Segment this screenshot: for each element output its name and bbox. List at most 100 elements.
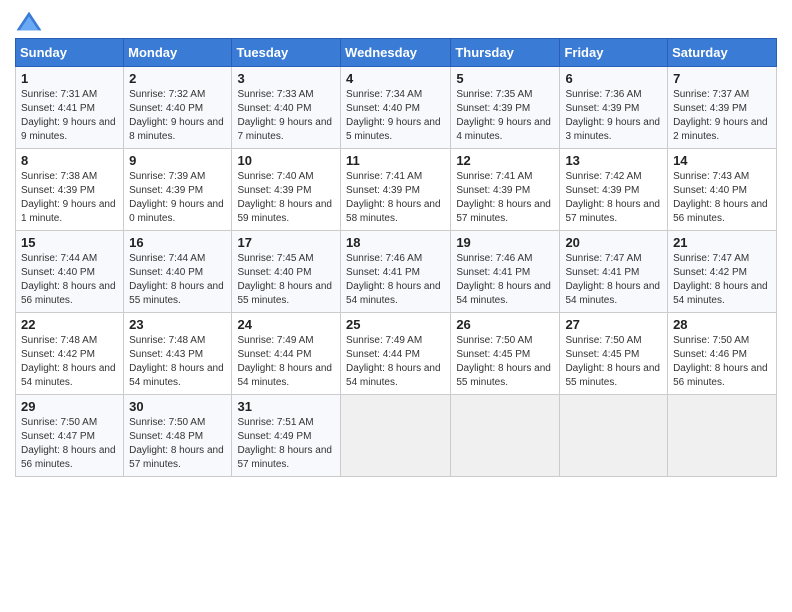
daylight-label: Daylight: 8 hours and 59 minutes. xyxy=(237,199,332,224)
day-number: 19 xyxy=(456,235,554,250)
daylight-label: Daylight: 8 hours and 57 minutes. xyxy=(237,445,332,470)
daylight-label: Daylight: 8 hours and 55 minutes. xyxy=(565,363,660,388)
calendar-week-row: 15 Sunrise: 7:44 AM Sunset: 4:40 PM Dayl… xyxy=(16,231,777,313)
sunset-label: Sunset: 4:39 PM xyxy=(565,185,639,196)
daylight-label: Daylight: 9 hours and 5 minutes. xyxy=(346,117,441,142)
sunrise-label: Sunrise: 7:50 AM xyxy=(456,335,532,346)
daylight-label: Daylight: 8 hours and 54 minutes. xyxy=(237,363,332,388)
day-number: 16 xyxy=(129,235,226,250)
daylight-label: Daylight: 8 hours and 54 minutes. xyxy=(565,281,660,306)
header-friday: Friday xyxy=(560,39,668,67)
day-info: Sunrise: 7:31 AM Sunset: 4:41 PM Dayligh… xyxy=(21,88,118,144)
calendar-cell xyxy=(668,395,777,477)
sunset-label: Sunset: 4:42 PM xyxy=(21,349,95,360)
calendar-cell: 8 Sunrise: 7:38 AM Sunset: 4:39 PM Dayli… xyxy=(16,149,124,231)
day-info: Sunrise: 7:34 AM Sunset: 4:40 PM Dayligh… xyxy=(346,88,445,144)
sunset-label: Sunset: 4:44 PM xyxy=(237,349,311,360)
calendar-table: Sunday Monday Tuesday Wednesday Thursday… xyxy=(15,38,777,477)
daylight-label: Daylight: 8 hours and 57 minutes. xyxy=(456,199,551,224)
sunset-label: Sunset: 4:45 PM xyxy=(456,349,530,360)
sunrise-label: Sunrise: 7:39 AM xyxy=(129,171,205,182)
day-info: Sunrise: 7:50 AM Sunset: 4:46 PM Dayligh… xyxy=(673,334,771,390)
calendar-cell: 28 Sunrise: 7:50 AM Sunset: 4:46 PM Dayl… xyxy=(668,313,777,395)
calendar-week-row: 29 Sunrise: 7:50 AM Sunset: 4:47 PM Dayl… xyxy=(16,395,777,477)
sunset-label: Sunset: 4:45 PM xyxy=(565,349,639,360)
daylight-label: Daylight: 8 hours and 55 minutes. xyxy=(456,363,551,388)
calendar-cell: 13 Sunrise: 7:42 AM Sunset: 4:39 PM Dayl… xyxy=(560,149,668,231)
sunrise-label: Sunrise: 7:42 AM xyxy=(565,171,641,182)
day-number: 11 xyxy=(346,153,445,168)
day-info: Sunrise: 7:33 AM Sunset: 4:40 PM Dayligh… xyxy=(237,88,335,144)
daylight-label: Daylight: 8 hours and 54 minutes. xyxy=(673,281,768,306)
sunrise-label: Sunrise: 7:36 AM xyxy=(565,89,641,100)
sunrise-label: Sunrise: 7:48 AM xyxy=(129,335,205,346)
sunrise-label: Sunrise: 7:48 AM xyxy=(21,335,97,346)
day-number: 28 xyxy=(673,317,771,332)
day-number: 2 xyxy=(129,71,226,86)
daylight-label: Daylight: 8 hours and 54 minutes. xyxy=(21,363,116,388)
day-info: Sunrise: 7:51 AM Sunset: 4:49 PM Dayligh… xyxy=(237,416,335,472)
daylight-label: Daylight: 9 hours and 2 minutes. xyxy=(673,117,768,142)
header-tuesday: Tuesday xyxy=(232,39,341,67)
sunset-label: Sunset: 4:39 PM xyxy=(21,185,95,196)
daylight-label: Daylight: 8 hours and 54 minutes. xyxy=(346,281,441,306)
sunrise-label: Sunrise: 7:43 AM xyxy=(673,171,749,182)
day-info: Sunrise: 7:50 AM Sunset: 4:45 PM Dayligh… xyxy=(565,334,662,390)
day-info: Sunrise: 7:46 AM Sunset: 4:41 PM Dayligh… xyxy=(456,252,554,308)
day-number: 10 xyxy=(237,153,335,168)
calendar-cell: 11 Sunrise: 7:41 AM Sunset: 4:39 PM Dayl… xyxy=(341,149,451,231)
sunrise-label: Sunrise: 7:51 AM xyxy=(237,417,313,428)
sunrise-label: Sunrise: 7:47 AM xyxy=(673,253,749,264)
daylight-label: Daylight: 8 hours and 57 minutes. xyxy=(565,199,660,224)
day-number: 1 xyxy=(21,71,118,86)
calendar-cell: 4 Sunrise: 7:34 AM Sunset: 4:40 PM Dayli… xyxy=(341,67,451,149)
sunrise-label: Sunrise: 7:34 AM xyxy=(346,89,422,100)
day-number: 8 xyxy=(21,153,118,168)
day-number: 14 xyxy=(673,153,771,168)
day-info: Sunrise: 7:41 AM Sunset: 4:39 PM Dayligh… xyxy=(456,170,554,226)
logo xyxy=(15,10,47,32)
daylight-label: Daylight: 9 hours and 9 minutes. xyxy=(21,117,116,142)
calendar-cell: 9 Sunrise: 7:39 AM Sunset: 4:39 PM Dayli… xyxy=(124,149,232,231)
day-info: Sunrise: 7:44 AM Sunset: 4:40 PM Dayligh… xyxy=(129,252,226,308)
sunset-label: Sunset: 4:41 PM xyxy=(456,267,530,278)
day-info: Sunrise: 7:48 AM Sunset: 4:42 PM Dayligh… xyxy=(21,334,118,390)
daylight-label: Daylight: 8 hours and 54 minutes. xyxy=(129,363,224,388)
sunrise-label: Sunrise: 7:50 AM xyxy=(565,335,641,346)
daylight-label: Daylight: 8 hours and 56 minutes. xyxy=(673,199,768,224)
sunrise-label: Sunrise: 7:49 AM xyxy=(346,335,422,346)
sunset-label: Sunset: 4:41 PM xyxy=(21,103,95,114)
day-number: 24 xyxy=(237,317,335,332)
sunrise-label: Sunrise: 7:33 AM xyxy=(237,89,313,100)
header-saturday: Saturday xyxy=(668,39,777,67)
logo-icon xyxy=(15,10,43,32)
sunset-label: Sunset: 4:41 PM xyxy=(346,267,420,278)
day-info: Sunrise: 7:48 AM Sunset: 4:43 PM Dayligh… xyxy=(129,334,226,390)
sunrise-label: Sunrise: 7:31 AM xyxy=(21,89,97,100)
sunrise-label: Sunrise: 7:44 AM xyxy=(21,253,97,264)
daylight-label: Daylight: 8 hours and 54 minutes. xyxy=(456,281,551,306)
day-info: Sunrise: 7:41 AM Sunset: 4:39 PM Dayligh… xyxy=(346,170,445,226)
sunrise-label: Sunrise: 7:38 AM xyxy=(21,171,97,182)
calendar-cell: 2 Sunrise: 7:32 AM Sunset: 4:40 PM Dayli… xyxy=(124,67,232,149)
day-number: 17 xyxy=(237,235,335,250)
sunrise-label: Sunrise: 7:47 AM xyxy=(565,253,641,264)
day-info: Sunrise: 7:35 AM Sunset: 4:39 PM Dayligh… xyxy=(456,88,554,144)
sunset-label: Sunset: 4:39 PM xyxy=(129,185,203,196)
sunset-label: Sunset: 4:46 PM xyxy=(673,349,747,360)
day-info: Sunrise: 7:45 AM Sunset: 4:40 PM Dayligh… xyxy=(237,252,335,308)
calendar-cell: 30 Sunrise: 7:50 AM Sunset: 4:48 PM Dayl… xyxy=(124,395,232,477)
sunset-label: Sunset: 4:48 PM xyxy=(129,431,203,442)
calendar-cell: 20 Sunrise: 7:47 AM Sunset: 4:41 PM Dayl… xyxy=(560,231,668,313)
sunrise-label: Sunrise: 7:32 AM xyxy=(129,89,205,100)
calendar-cell: 17 Sunrise: 7:45 AM Sunset: 4:40 PM Dayl… xyxy=(232,231,341,313)
day-number: 22 xyxy=(21,317,118,332)
header-thursday: Thursday xyxy=(451,39,560,67)
day-number: 7 xyxy=(673,71,771,86)
calendar-cell: 19 Sunrise: 7:46 AM Sunset: 4:41 PM Dayl… xyxy=(451,231,560,313)
day-number: 31 xyxy=(237,399,335,414)
sunset-label: Sunset: 4:47 PM xyxy=(21,431,95,442)
daylight-label: Daylight: 8 hours and 56 minutes. xyxy=(21,445,116,470)
calendar-cell: 10 Sunrise: 7:40 AM Sunset: 4:39 PM Dayl… xyxy=(232,149,341,231)
sunrise-label: Sunrise: 7:44 AM xyxy=(129,253,205,264)
